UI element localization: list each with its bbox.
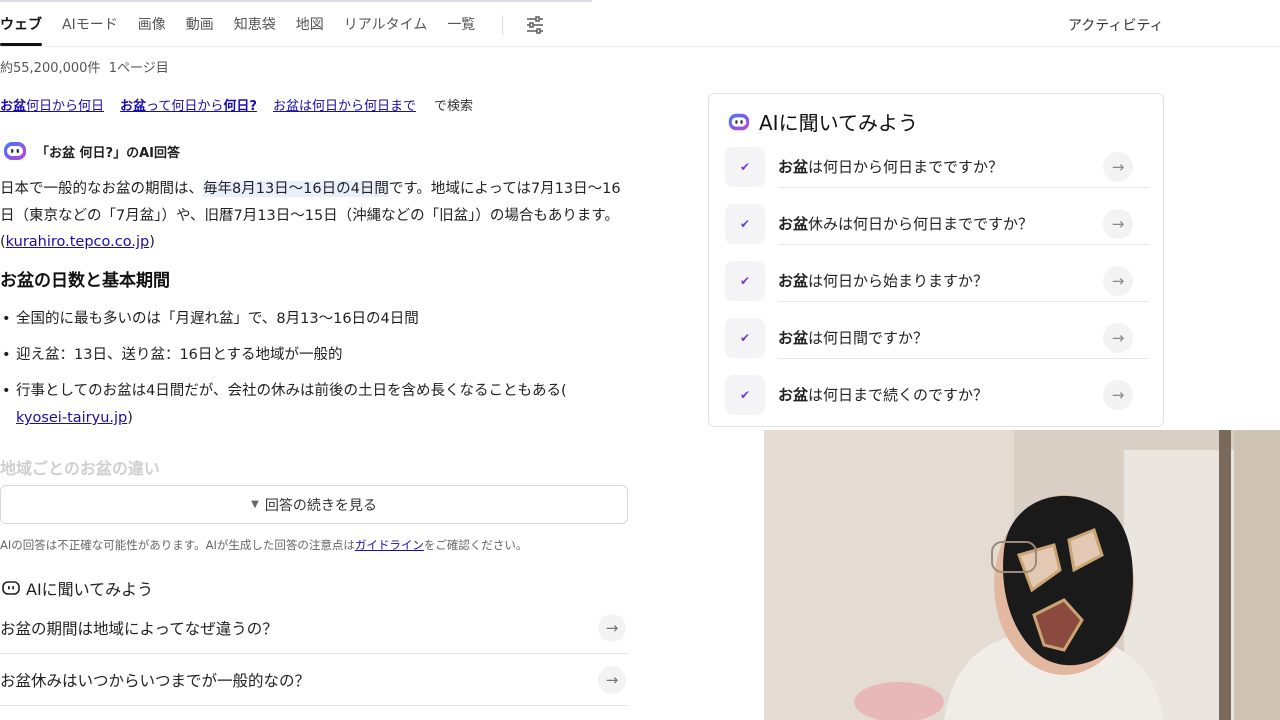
section-title: お盆の日数と基本期間 bbox=[0, 271, 170, 291]
tab-images[interactable]: 画像 bbox=[138, 14, 166, 34]
faded-section-title: 地域ごとのお盆の違い bbox=[0, 459, 160, 478]
arrow-right-icon: → bbox=[1103, 380, 1133, 410]
nav-divider bbox=[502, 15, 503, 35]
bullet-item: 迎え盆：13日、送り盆：16日とする地域が一般的 bbox=[0, 342, 640, 369]
panel-title: AIに聞いてみよう bbox=[727, 107, 918, 136]
filter-icon[interactable] bbox=[525, 15, 545, 35]
ai-bot-icon bbox=[728, 113, 750, 130]
show-more-button[interactable]: ▼ 回答の続きを見る bbox=[0, 485, 628, 524]
related-link-2[interactable]: お盆って何日から何日? bbox=[120, 95, 257, 114]
tab-web[interactable]: ウェブ bbox=[0, 14, 42, 46]
para-text: 日本で一般的なお盆の期間は、 bbox=[0, 181, 203, 197]
ai-answer-title: 「お盆 何日?」のAI回答 bbox=[36, 145, 180, 161]
bullet-item: 全国的に最も多いのは「月遅れ盆」で、8月13〜16日の4日間 bbox=[0, 306, 640, 333]
chevron-down-icon: ✔ bbox=[725, 260, 765, 301]
activity-link[interactable]: アクティビティ bbox=[1068, 15, 1164, 35]
panel-question-3[interactable]: ✔ お盆 は何日から始まりますか？ → bbox=[725, 260, 1149, 302]
question-item[interactable]: お盆休みはいつからいつまでが一般的なの？ → bbox=[0, 654, 628, 706]
ai-bot-icon bbox=[4, 142, 26, 160]
result-count-value: 約55,200,000件 bbox=[0, 61, 101, 76]
ask-ai-panel: AIに聞いてみよう ✔ お盆 は何日から何日までですか？ → ✔ お盆 休みは何日か… bbox=[708, 93, 1164, 427]
triangle-down-icon: ▼ bbox=[251, 499, 259, 510]
search-tabs: ウェブ AIモード 画像 動画 知恵袋 地図 リアルタイム 一覧 bbox=[0, 14, 495, 46]
ai-answer-heading: 「お盆 何日?」のAI回答 bbox=[2, 138, 180, 164]
chevron-down-icon: ✔ bbox=[725, 317, 765, 358]
bullet-item: 行事としてのお盆は4日間だが、会社の休みは前後の土日を含め長くなることもある(k… bbox=[0, 378, 640, 432]
webcam-image bbox=[764, 430, 1280, 720]
arrow-right-icon: → bbox=[1103, 209, 1133, 239]
top-nav: ウェブ AIモード 画像 動画 知恵袋 地図 リアルタイム 一覧 アクティビティ bbox=[0, 0, 1280, 47]
highlighted-answer: 毎年8月13日〜16日の4日間 bbox=[203, 181, 389, 197]
loading-progress-bar bbox=[0, 0, 592, 2]
tab-list[interactable]: 一覧 bbox=[447, 14, 475, 34]
bullet-list: 全国的に最も多いのは「月遅れ盆」で、8月13〜16日の4日間 迎え盆：13日、送… bbox=[0, 306, 640, 441]
search-with-label: で検索 bbox=[433, 99, 473, 114]
panel-question-1[interactable]: ✔ お盆 は何日から何日までですか？ → bbox=[725, 146, 1149, 188]
webcam-overlay bbox=[764, 430, 1280, 720]
arrow-right-icon: → bbox=[598, 613, 626, 642]
guideline-link[interactable]: ガイドライン bbox=[355, 538, 424, 552]
ask-ai-questions: お盆の期間は地域によってなぜ違うの？ → お盆休みはいつからいつまでが一般的なの… bbox=[0, 602, 628, 706]
chevron-down-icon: ✔ bbox=[725, 374, 765, 415]
result-count: 約55,200,000件 1ページ目 bbox=[0, 57, 169, 76]
source-link[interactable]: kyosei-tairyu.jp bbox=[16, 410, 127, 426]
related-text-1: 何日から何日 bbox=[26, 99, 105, 114]
tab-videos[interactable]: 動画 bbox=[186, 14, 214, 34]
panel-question-4[interactable]: ✔ お盆 は何日間ですか？ → bbox=[725, 317, 1149, 359]
ai-answer-paragraph: 日本で一般的なお盆の期間は、毎年8月13日〜16日の4日間です。地域によっては7… bbox=[0, 181, 621, 250]
panel-question-2[interactable]: ✔ お盆 休みは何日から何日までですか？ → bbox=[725, 203, 1149, 245]
tab-ai-mode[interactable]: AIモード bbox=[62, 14, 118, 34]
tab-chiebukuro[interactable]: 知恵袋 bbox=[234, 14, 276, 34]
arrow-right-icon: → bbox=[1103, 152, 1133, 182]
related-link-1[interactable]: お盆何日から何日 bbox=[0, 95, 104, 114]
tab-realtime[interactable]: リアルタイム bbox=[344, 14, 428, 34]
tab-maps[interactable]: 地図 bbox=[296, 14, 324, 34]
ai-bot-icon bbox=[2, 581, 20, 595]
arrow-right-icon: → bbox=[1103, 323, 1133, 353]
related-text-3: は何日から何日まで bbox=[298, 99, 416, 114]
source-link[interactable]: kurahiro.tepco.co.jp bbox=[6, 234, 150, 250]
ai-disclaimer: AIの回答は不正確な可能性があります。AIが生成した回答の注意点はガイドラインを… bbox=[0, 538, 528, 552]
ask-ai-heading: AIに聞いてみよう bbox=[2, 576, 153, 600]
arrow-right-icon: → bbox=[598, 665, 626, 694]
show-more-label: 回答の続きを見る bbox=[264, 497, 377, 514]
chevron-down-icon: ✔ bbox=[725, 146, 765, 187]
related-searches: お盆何日から何日 お盆って何日から何日? お盆は何日から何日まで で検索 bbox=[0, 95, 473, 114]
chevron-down-icon: ✔ bbox=[725, 203, 765, 244]
arrow-right-icon: → bbox=[1103, 266, 1133, 296]
question-item[interactable]: お盆の期間は地域によってなぜ違うの？ → bbox=[0, 602, 628, 654]
related-text-2: って何日から bbox=[146, 99, 224, 114]
panel-question-5[interactable]: ✔ お盆 は何日まで続くのですか？ → bbox=[725, 374, 1149, 415]
related-link-3[interactable]: お盆は何日から何日まで bbox=[273, 95, 416, 114]
ask-ai-title: AIに聞いてみよう bbox=[26, 580, 154, 599]
page-number: 1ページ目 bbox=[108, 61, 169, 76]
